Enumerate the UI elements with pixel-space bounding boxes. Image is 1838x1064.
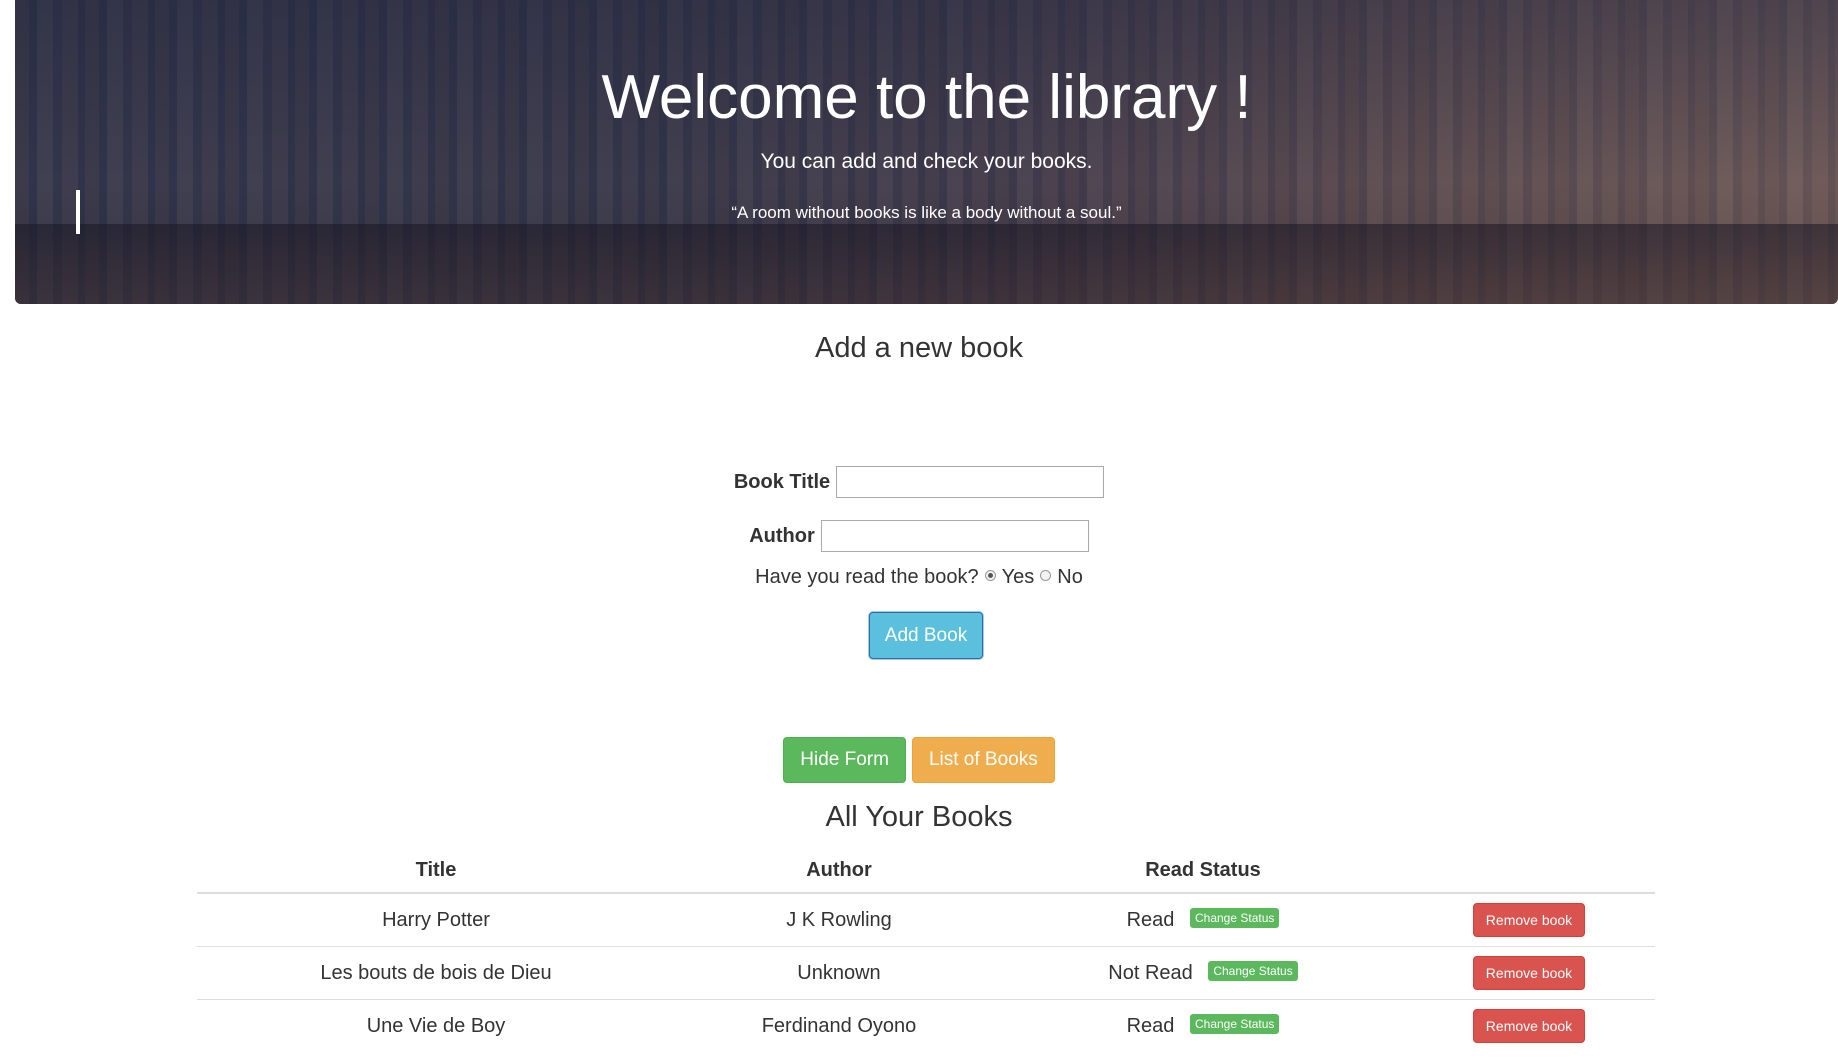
- book-status-cell: Read Change Status: [1003, 1000, 1403, 1053]
- book-title-cell: Harry Potter: [197, 893, 675, 947]
- hero-quote: “A room without books is like a body wit…: [731, 203, 1122, 222]
- library-heading: All Your Books: [825, 801, 1013, 833]
- read-no-label[interactable]: No: [1057, 566, 1083, 589]
- author-input[interactable]: [820, 520, 1089, 552]
- column-header-actions: [1403, 848, 1655, 894]
- hero-subtitle: You can add and check your books.: [760, 150, 1093, 173]
- column-header-read-status: Read Status: [1003, 848, 1403, 894]
- form-heading: Add a new book: [815, 332, 1023, 364]
- read-status-text: Not Read: [1108, 961, 1193, 984]
- read-question-label: Have you read the book?: [755, 566, 979, 588]
- author-label: Author: [749, 524, 815, 547]
- column-header-title: Title: [197, 848, 675, 894]
- author-row: Author: [0, 520, 1838, 552]
- book-title-cell: Les bouts de bois de Dieu: [197, 946, 675, 1000]
- book-title-input[interactable]: [836, 466, 1105, 498]
- hero-banner: Welcome to the library ! You can add and…: [15, 0, 1838, 304]
- book-author-cell: Ferdinand Oyono: [761, 1014, 917, 1037]
- add-book-button[interactable]: Add Book: [869, 612, 983, 659]
- list-books-button[interactable]: List of Books: [911, 737, 1055, 783]
- book-title-row: Book Title: [0, 466, 1838, 498]
- page-title: Welcome to the library !: [601, 63, 1252, 132]
- book-title-label: Book Title: [733, 470, 831, 493]
- change-status-button[interactable]: Change Status: [1189, 1014, 1280, 1035]
- table-header-row: Title Author Read Status: [197, 848, 1655, 894]
- book-author-cell: Unknown: [675, 946, 1003, 1000]
- table-row: Une Vie de Boy Ferdinand Oyono Read Chan…: [197, 1000, 1655, 1053]
- column-header-author: Author: [675, 848, 1003, 894]
- book-actions-cell: Remove book: [1403, 893, 1655, 947]
- table-row: Les bouts de bois de Dieu Unknown Not Re…: [197, 946, 1655, 1000]
- read-yes-radio[interactable]: [984, 570, 996, 581]
- book-status-cell: Read Change Status: [1003, 893, 1403, 947]
- book-actions-cell: Remove book: [1403, 946, 1655, 1000]
- hide-form-button[interactable]: Hide Form: [783, 737, 906, 783]
- remove-book-button[interactable]: Remove book: [1472, 956, 1586, 990]
- read-no-radio[interactable]: [1040, 570, 1052, 581]
- table-row: Harry Potter J K Rowling Read Change Sta…: [197, 893, 1655, 947]
- read-status-text: Read: [1126, 1014, 1175, 1037]
- book-author-cell: J K Rowling: [675, 893, 1003, 947]
- form-controls: Hide Form List of Books: [0, 737, 1838, 783]
- read-yes-label[interactable]: Yes: [1002, 566, 1035, 589]
- read-question-row: Have you read the book? Yes No: [0, 566, 1838, 589]
- book-title-cell: Une Vie de Boy: [366, 1014, 506, 1037]
- change-status-button[interactable]: Change Status: [1208, 961, 1298, 982]
- book-actions-cell: Remove book: [1403, 1000, 1655, 1053]
- remove-book-button[interactable]: Remove book: [1472, 1009, 1586, 1043]
- read-status-text: Read: [1126, 908, 1175, 931]
- books-table: Title Author Read Status Harry Potter J …: [197, 848, 1655, 1052]
- change-status-button[interactable]: Change Status: [1189, 908, 1280, 929]
- remove-book-button[interactable]: Remove book: [1472, 903, 1586, 937]
- book-status-cell: Not Read Change Status: [1003, 946, 1403, 1000]
